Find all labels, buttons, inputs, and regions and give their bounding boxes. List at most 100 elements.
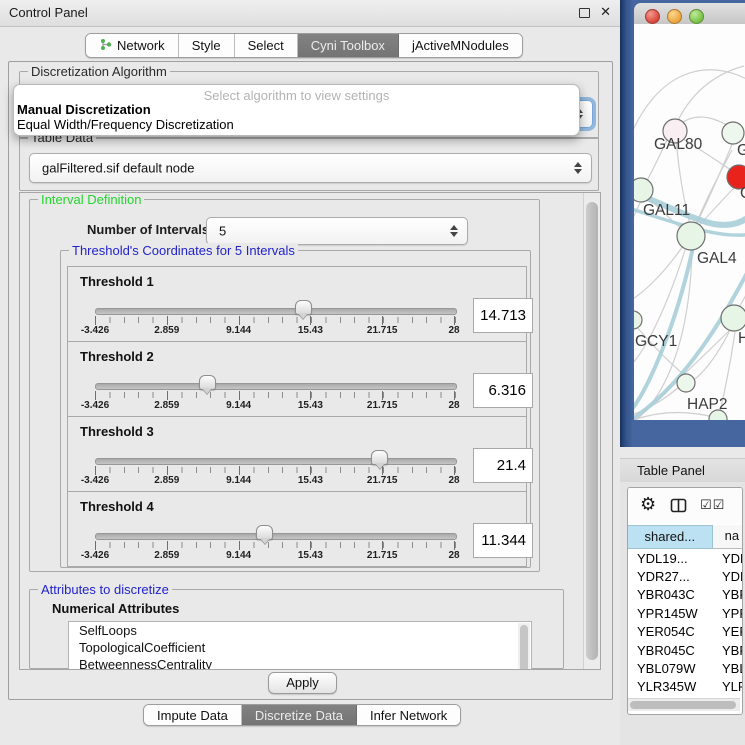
algorithm-popup: Select algorithm to view settings Manual… [13, 84, 580, 136]
table-data-value: galFiltered.sif default node [42, 161, 194, 176]
network-canvas[interactable]: GAL80GACGAL11GAL4GCY1HHAP2 [634, 24, 745, 420]
threshold-value-field[interactable]: 6.316 [473, 373, 533, 408]
threshold-slider-thumb[interactable] [256, 525, 273, 540]
table-data-group: Table Data galFiltered.sif default node [19, 137, 599, 191]
tab-network[interactable]: Network [86, 34, 179, 57]
network-graph: GAL80GACGAL11GAL4GCY1HHAP2 [634, 24, 745, 420]
table-row[interactable]: YDR27...YDR2 [628, 567, 743, 585]
attribute-item-betweennesscentrality[interactable]: BetweennessCentrality [69, 656, 531, 670]
checkbox-icons[interactable]: ☑☑ [700, 497, 725, 513]
slider-tick-label: 15.43 [280, 325, 340, 336]
zoom-traffic-light[interactable] [689, 9, 704, 24]
threshold-slider-track[interactable] [95, 533, 457, 540]
network-node[interactable] [634, 178, 653, 202]
attribute-item-selfloops[interactable]: SelfLoops [69, 622, 531, 639]
slider-major-tick [382, 316, 383, 325]
scrollbar-thumb[interactable] [630, 701, 736, 709]
control-panel-tabs: NetworkStyleSelectCyni ToolboxjActiveMNo… [85, 33, 523, 58]
network-node[interactable] [677, 374, 695, 392]
slider-major-tick [454, 316, 455, 325]
tab-discretize-data[interactable]: Discretize Data [242, 705, 357, 725]
slider-major-tick [454, 391, 455, 400]
thresholds-group: Threshold's Coordinates for 5 Intervals … [60, 250, 531, 568]
table-row[interactable]: YLR345WYLR3 [628, 678, 743, 696]
network-node[interactable] [634, 311, 642, 329]
tab-infer-network[interactable]: Infer Network [357, 705, 460, 725]
cell-shared-name: YER054C [628, 624, 717, 639]
threshold-slider-track[interactable] [95, 458, 457, 465]
slider-minor-ticks [95, 317, 456, 323]
slider-tick-label: 9.144 [209, 475, 269, 486]
slider-major-tick [382, 391, 383, 400]
panel-divider [620, 447, 745, 458]
numerical-attributes-list[interactable]: SelfLoopsTopologicalCoefficientBetweenne… [68, 621, 532, 670]
tab-style[interactable]: Style [179, 34, 235, 57]
threshold-slider-thumb[interactable] [199, 375, 216, 390]
attributes-group: Attributes to discretize Numerical Attri… [29, 589, 564, 669]
threshold-slider-thumb[interactable] [295, 300, 312, 315]
number-of-intervals-combobox[interactable]: 5 [206, 217, 468, 245]
column-header-name[interactable]: na [713, 525, 743, 549]
slider-major-tick [167, 466, 168, 475]
tab-impute-data[interactable]: Impute Data [144, 705, 242, 725]
slider-major-tick [167, 391, 168, 400]
app-root: Control Panel ✕ NetworkStyleSelectCyni T… [0, 0, 745, 745]
tab-jactivemnodules[interactable]: jActiveMNodules [399, 34, 522, 57]
slider-tick-label: 21.715 [352, 400, 412, 411]
popup-option-equal-width-frequency-discretization[interactable]: Equal Width/Frequency Discretization [17, 117, 234, 132]
slider-major-tick [239, 541, 240, 550]
slider-major-tick [95, 541, 96, 550]
slider-tick-label: 2.859 [137, 550, 197, 561]
table-horizontal-scrollbar[interactable] [628, 698, 740, 711]
popup-option-manual-discretization[interactable]: Manual Discretization [17, 102, 151, 117]
minimize-traffic-light[interactable] [667, 9, 682, 24]
close-traffic-light[interactable] [645, 9, 660, 24]
threshold-slider-thumb[interactable] [371, 450, 388, 465]
threshold-value-field[interactable]: 11.344 [473, 523, 533, 558]
attributes-scrollbar[interactable] [518, 623, 530, 670]
node-label: GCY1 [635, 333, 677, 350]
table-row[interactable]: YER054CYER0 [628, 623, 743, 641]
apply-button[interactable]: Apply [268, 672, 337, 694]
table-row[interactable]: YBL079WYBL0 [628, 659, 743, 677]
tab-cyni-toolbox[interactable]: Cyni Toolbox [298, 34, 399, 57]
slider-major-tick [310, 316, 311, 325]
slider-tick-label: -3.426 [65, 325, 125, 336]
attribute-item-topologicalcoefficient[interactable]: TopologicalCoefficient [69, 639, 531, 656]
gear-icon[interactable]: ⚙ [640, 494, 656, 515]
close-icon[interactable]: ✕ [600, 4, 611, 20]
scrollbar-thumb[interactable] [586, 202, 598, 660]
float-window-icon[interactable] [579, 8, 590, 18]
network-node[interactable] [722, 122, 744, 144]
table-panel-header: Table Panel [620, 458, 745, 483]
slider-major-tick [310, 391, 311, 400]
interval-definition-title: Interval Definition [38, 192, 144, 207]
cyni-bottom-tabs: Impute DataDiscretize DataInfer Network [143, 704, 461, 726]
number-of-intervals-value: 5 [219, 224, 226, 239]
table-row[interactable]: YDL19...YDL1 [628, 549, 743, 567]
threshold-slider-track[interactable] [95, 383, 457, 390]
table-row[interactable]: YPR145WYPR1 [628, 604, 743, 622]
slider-tick-label: 15.43 [280, 400, 340, 411]
column-header-shared-name[interactable]: shared... [628, 525, 713, 549]
threshold-label: Threshold 4 [80, 499, 154, 514]
network-node[interactable] [677, 222, 705, 250]
table-data-combobox[interactable]: galFiltered.sif default node [29, 153, 592, 183]
columns-icon[interactable] [670, 497, 688, 518]
cell-shared-name: YBL079W [628, 661, 717, 676]
slider-minor-ticks [95, 542, 456, 548]
cell-name: YBL0 [717, 661, 743, 676]
cell-shared-name: YDL19... [628, 551, 717, 566]
settings-vertical-scrollbar[interactable] [583, 193, 600, 669]
slider-tick-label: 2.859 [137, 325, 197, 336]
table-row[interactable]: YBR043CYBR0 [628, 586, 743, 604]
threshold-value-field[interactable]: 14.713 [473, 298, 533, 333]
threshold-slider-track[interactable] [95, 308, 457, 315]
numerical-attributes-heading: Numerical Attributes [52, 601, 179, 616]
network-icon [99, 38, 112, 54]
threshold-value-field[interactable]: 21.4 [473, 448, 533, 483]
table-row[interactable]: YBR045CYBR0 [628, 641, 743, 659]
tab-select[interactable]: Select [235, 34, 298, 57]
slider-tick-label: 2.859 [137, 400, 197, 411]
network-node[interactable] [721, 305, 745, 331]
